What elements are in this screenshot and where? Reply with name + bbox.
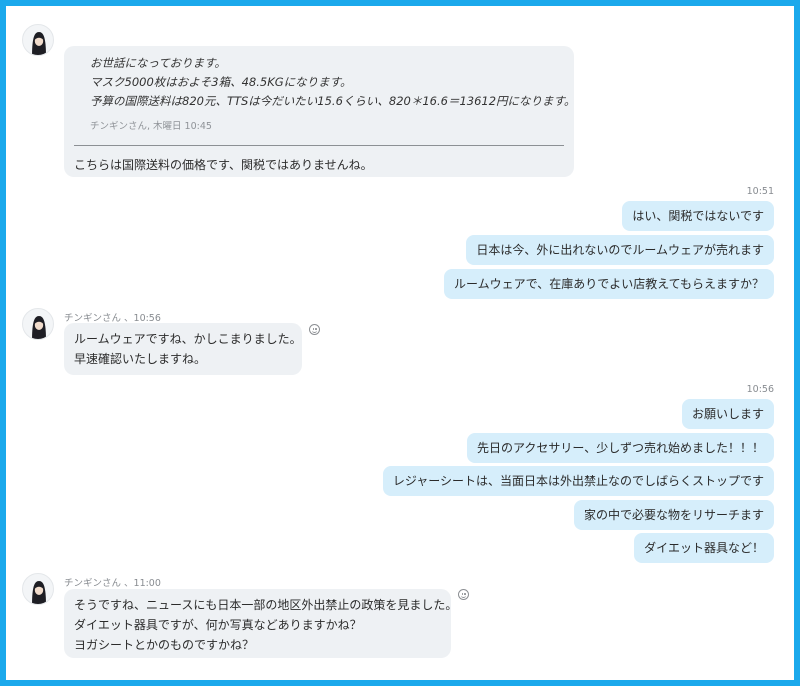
sender-time: チンギンさん 、10:56 bbox=[64, 313, 161, 324]
message-line: そうですね、ニュースにも日本一部の地区外出禁止の政策を見ました。 bbox=[74, 598, 458, 612]
sender-time: チンギンさん 、11:00 bbox=[64, 578, 161, 589]
timestamp: 10:56 bbox=[746, 384, 774, 395]
avatar-icon[interactable] bbox=[22, 573, 54, 605]
outgoing-message[interactable]: お願いします bbox=[681, 399, 774, 429]
timestamp: 10:51 bbox=[746, 186, 774, 197]
outgoing-message[interactable]: 家の中で必要な物をリサーチます bbox=[573, 500, 774, 530]
quote-line: 予算の国際送料は820元、TTSは今だいたい15.6くらい、820＊16.6＝1… bbox=[90, 94, 576, 108]
quote-divider bbox=[74, 145, 564, 146]
outgoing-message[interactable]: 日本は今、外に出れないのでルームウェアが売れます bbox=[466, 235, 774, 265]
message-text: こちらは国際送料の価格です、関税ではありませんね。 bbox=[74, 158, 373, 172]
emoji-icon[interactable] bbox=[309, 324, 320, 335]
message-bubble-with-quote[interactable]: お世話になっております。 マスク5000枚はおよそ3箱、48.5KGになります。… bbox=[64, 46, 576, 177]
outgoing-message[interactable]: はい、関税ではないです bbox=[622, 201, 774, 231]
message-line: ヨガシートとかのものですかね？ bbox=[74, 638, 255, 652]
quote-line: マスク5000枚はおよそ3箱、48.5KGになります。 bbox=[90, 75, 352, 89]
quote-sender-time: チンギンさん, 木曜日 10:45 bbox=[90, 121, 212, 132]
avatar-icon[interactable] bbox=[22, 308, 54, 340]
outgoing-message[interactable]: レジャーシートは、当面日本は外出禁止なのでしばらくストップです bbox=[382, 466, 774, 496]
incoming-message[interactable]: そうですね、ニュースにも日本一部の地区外出禁止の政策を見ました。 ダイエット器具… bbox=[64, 589, 458, 658]
message-line: ルームウェアですね、かしこまりました。 bbox=[74, 332, 302, 346]
quote-line: お世話になっております。 bbox=[90, 56, 226, 70]
outgoing-message[interactable]: 先日のアクセサリー、少しずつ売れ始めました！！！ bbox=[466, 433, 774, 463]
message-line: 早速確認いたしますね。 bbox=[74, 352, 207, 366]
quoted-message: お世話になっております。 マスク5000枚はおよそ3箱、48.5KGになります。… bbox=[74, 54, 576, 137]
incoming-message[interactable]: ルームウェアですね、かしこまりました。 早速確認いたしますね。 bbox=[64, 323, 302, 375]
message-line: ダイエット器具ですが、何か写真などありますかね？ bbox=[74, 618, 362, 632]
avatar-icon[interactable] bbox=[22, 24, 54, 56]
outgoing-message[interactable]: ルームウェアで、在庫ありでよい店教えてもらえますか？ bbox=[444, 269, 774, 299]
outgoing-message[interactable]: ダイエット器具など！ bbox=[634, 533, 774, 563]
emoji-icon[interactable] bbox=[458, 589, 469, 600]
